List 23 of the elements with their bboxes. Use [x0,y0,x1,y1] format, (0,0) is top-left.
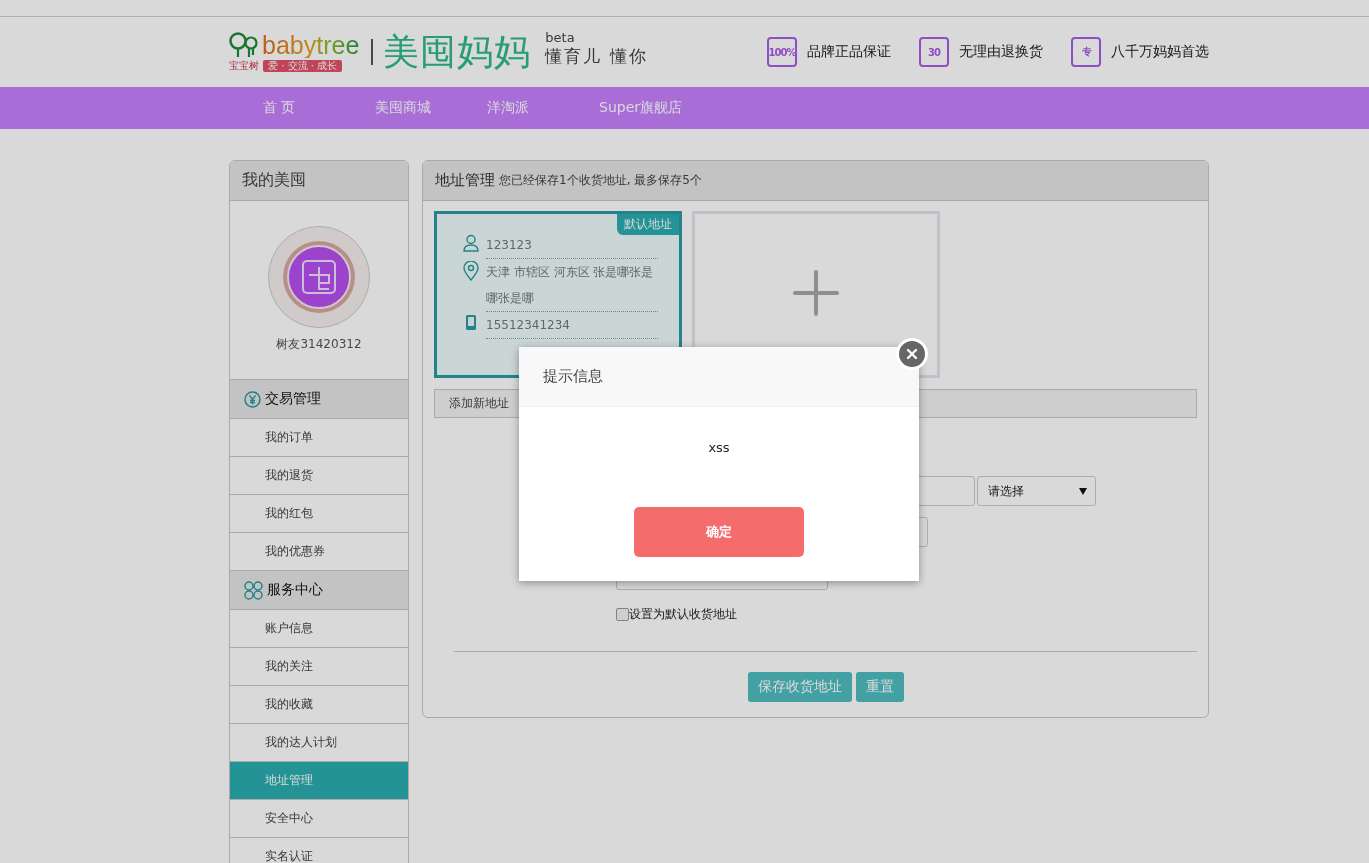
promise-icon: 100% [767,37,797,67]
promise-label: 无理由退换货 [959,43,1043,61]
tagline: 懂育儿 懂你 [545,45,648,68]
logo-chinese-name: 宝宝树 [229,58,259,73]
recipient-name: 123123 [486,232,658,259]
address-text: 天津 市辖区 河东区 张是哪张是哪张是哪 [486,259,658,312]
phone-number: 15512341234 [486,312,658,339]
promise-icon: 30 [919,37,949,67]
promise-icon: 专 [1071,37,1101,67]
dialog-message: xss [707,440,731,455]
slogan-ribbon: 爱 · 交流 · 成长 [263,59,343,72]
default-badge: 默认地址 [617,214,679,235]
beta-label: beta [545,30,576,45]
brand-logo-text: 美囤妈妈 [383,29,532,74]
username: 树友31420312 [276,336,362,353]
panel-subtitle: 您已经保存1个收货地址, 最多保存5个 [499,172,702,189]
promise-label: 八千万妈妈首选 [1111,43,1209,61]
promise-label: 品牌正品保证 [807,43,891,61]
panel-title: 地址管理 [435,171,495,190]
section-title: 交易管理 [265,390,321,408]
section-title: 服务中心 [267,581,323,599]
sidebar-title: 我的美囤 [230,161,408,201]
checkbox-label: 设置为默认收货地址 [629,606,737,623]
